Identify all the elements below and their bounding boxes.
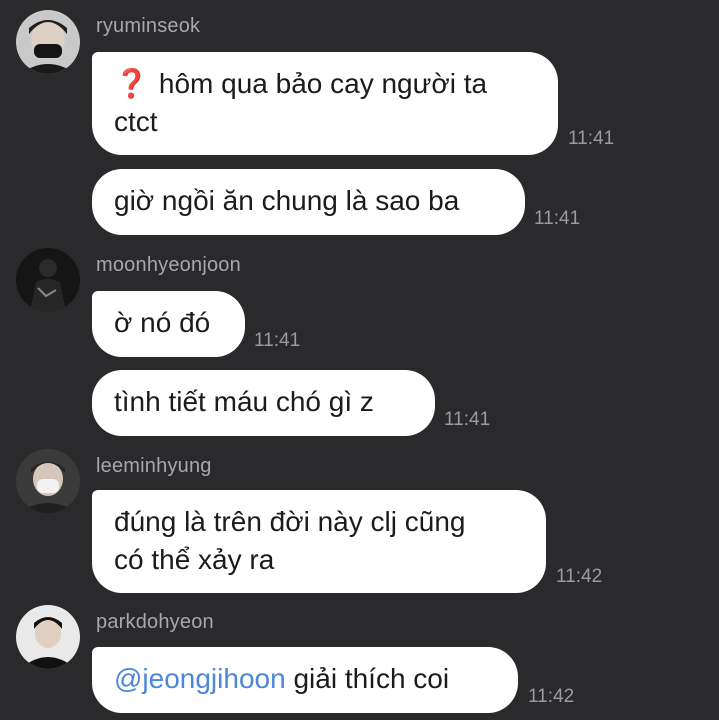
username: moonhyeonjoon: [96, 254, 241, 276]
question-mark-icon: ❓: [114, 68, 149, 99]
avatar-image: [16, 10, 80, 74]
message-timestamp: 11:41: [568, 128, 615, 149]
message-bubble[interactable]: đúng là trên đời này clj cũng có thể xảy…: [92, 490, 546, 593]
message-text: tình tiết máu chó gì z: [114, 386, 374, 417]
username: ryuminseok: [96, 15, 201, 37]
mention-link[interactable]: @jeongjihoon: [114, 663, 286, 694]
message-timestamp: 11:41: [534, 208, 581, 229]
message-text-line: ❓ hôm qua bảo cay người ta: [114, 68, 488, 99]
message-bubble[interactable]: giờ ngồi ăn chung là sao ba: [92, 169, 525, 235]
username: leeminhyung: [96, 455, 212, 477]
message-timestamp: 11:41: [444, 409, 491, 430]
message-text: @jeongjihoon giải thích coi: [114, 663, 450, 694]
username: parkdohyeon: [96, 611, 214, 633]
message-text: ờ nó đó: [114, 307, 211, 338]
message-text-line: có thể xảy ra: [114, 544, 275, 575]
avatar-image: [16, 248, 80, 312]
message-text: giờ ngồi ăn chung là sao ba: [114, 185, 460, 216]
avatar-image: [16, 605, 80, 669]
message-text-line: đúng là trên đời này clj cũng: [114, 506, 466, 537]
avatar-moonhyeonjoon[interactable]: [16, 248, 80, 312]
message-bubble[interactable]: ❓ hôm qua bảo cay người ta ctct: [92, 52, 558, 155]
message-timestamp: 11:42: [556, 566, 603, 587]
message-timestamp: 11:41: [254, 330, 301, 351]
avatar-image: [16, 449, 80, 513]
message-bubble[interactable]: tình tiết máu chó gì z: [92, 370, 435, 436]
avatar-leeminhyung[interactable]: [16, 449, 80, 513]
avatar-parkdohyeon[interactable]: [16, 605, 80, 669]
message-bubble[interactable]: ờ nó đó: [92, 291, 245, 357]
avatar-ryuminseok[interactable]: [16, 10, 80, 74]
message-bubble[interactable]: @jeongjihoon giải thích coi: [92, 647, 518, 713]
message-timestamp: 11:42: [528, 686, 575, 707]
message-text-line: ctct: [114, 106, 158, 137]
